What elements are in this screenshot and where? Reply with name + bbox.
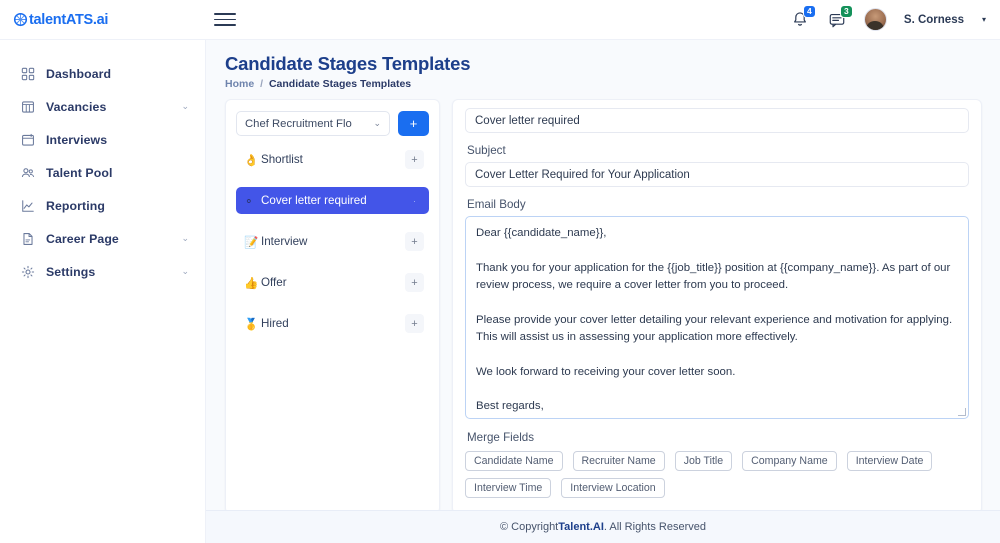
bell-icon[interactable]: 4: [790, 4, 816, 30]
stage-item-cover-letter-required[interactable]: ⚬ Cover letter required ·: [236, 187, 429, 214]
chevron-down-icon[interactable]: ⌄: [181, 101, 189, 112]
sidebar-item-interviews[interactable]: Interviews: [0, 123, 205, 156]
page-title: Candidate Stages Templates: [225, 53, 471, 74]
stage-panel: Chef Recruitment Flo ⌄ + 👌 Shortlist + ⚬…: [225, 99, 440, 514]
breadcrumb-home[interactable]: Home: [225, 78, 254, 90]
subject-label: Subject: [467, 144, 506, 157]
stage-name-input[interactable]: Cover letter required: [465, 108, 969, 133]
stage-item-label: Cover letter required: [261, 194, 367, 207]
chat-icon[interactable]: 3: [827, 4, 853, 30]
add-stage-button[interactable]: ·: [405, 191, 424, 210]
sidebar-item-label: Reporting: [46, 198, 105, 213]
sidebar-item-talent-pool[interactable]: Talent Pool: [0, 156, 205, 189]
merge-field-chip[interactable]: Interview Location: [561, 478, 665, 498]
merge-field-chip[interactable]: Interview Date: [846, 451, 933, 471]
merge-field-chip[interactable]: Candidate Name: [465, 451, 563, 471]
flow-selector-row: Chef Recruitment Flo ⌄ +: [236, 111, 429, 136]
ok-hand-icon: 👌: [244, 154, 259, 167]
grid-icon: [21, 67, 35, 81]
flow-select[interactable]: Chef Recruitment Flo ⌄: [236, 111, 390, 136]
sidebar-item-label: Settings: [46, 264, 96, 279]
notification-count-badge: 4: [802, 4, 816, 18]
users-icon: [21, 166, 35, 180]
page-header: Candidate Stages Templates Home / Candid…: [206, 40, 1000, 90]
content-area: Chef Recruitment Flo ⌄ + 👌 Shortlist + ⚬…: [206, 90, 1000, 514]
sidebar-item-label: Career Page: [46, 231, 119, 246]
sidebar-item-settings[interactable]: Settings ⌄: [0, 255, 205, 288]
breadcrumb-separator: /: [260, 78, 264, 90]
add-flow-button[interactable]: +: [398, 111, 429, 136]
sidebar-item-career-page[interactable]: Career Page ⌄: [0, 222, 205, 255]
footer-suffix: . All Rights Reserved: [603, 521, 706, 533]
subject-input[interactable]: Cover Letter Required for Your Applicati…: [465, 162, 969, 187]
logo-mark-icon: [13, 12, 28, 27]
chart-icon: [21, 199, 35, 213]
add-stage-button[interactable]: +: [405, 232, 424, 251]
app-root: talentATS.ai 4 3 S. Corness ▾ Dashboard …: [0, 0, 1000, 543]
gear-icon: [21, 265, 35, 279]
sidebar-item-label: Dashboard: [46, 66, 112, 81]
stage-item-label: Offer: [261, 276, 287, 289]
circle-icon: ⚬: [244, 195, 254, 208]
sidebar-item-vacancies[interactable]: Vacancies ⌄: [0, 90, 205, 123]
hamburger-icon[interactable]: [214, 13, 236, 26]
chevron-down-icon: ⌄: [373, 118, 381, 128]
user-name[interactable]: S. Corness: [904, 14, 964, 26]
add-stage-button[interactable]: +: [405, 150, 424, 169]
brand-name: talentATS.ai: [29, 11, 109, 28]
breadcrumb: Home / Candidate Stages Templates: [225, 78, 1000, 90]
merge-field-chip[interactable]: Interview Time: [465, 478, 552, 498]
merge-field-chip[interactable]: Recruiter Name: [572, 451, 665, 471]
sidebar-item-dashboard[interactable]: Dashboard: [0, 57, 205, 90]
file-icon: [21, 232, 35, 246]
stage-template-form: Cover letter required Subject Cover Lett…: [452, 99, 982, 514]
email-body-textarea[interactable]: Dear {{candidate_name}}, Thank you for y…: [465, 216, 969, 419]
calendar-icon: [21, 133, 35, 147]
top-bar-actions: 4 3 S. Corness ▾: [790, 4, 1000, 31]
footer-brand: Talent.AI: [558, 521, 604, 533]
avatar[interactable]: [863, 8, 887, 31]
thumbs-up-icon: 👍: [244, 277, 259, 290]
merge-field-chip[interactable]: Job Title: [674, 451, 733, 471]
sidebar: Dashboard Vacancies ⌄ Interviews Talent …: [0, 40, 206, 543]
add-stage-button[interactable]: +: [405, 273, 424, 292]
memo-icon: 📝: [244, 236, 259, 249]
stage-item-label: Interview: [261, 235, 308, 248]
footer: © Copyright Talent.AI. All Rights Reserv…: [206, 510, 1000, 543]
sidebar-item-label: Interviews: [46, 132, 108, 147]
sidebar-item-label: Talent Pool: [46, 165, 113, 180]
sidebar-item-label: Vacancies: [46, 99, 107, 114]
top-bar: talentATS.ai 4 3 S. Corness ▾: [0, 0, 1000, 40]
sidebar-item-reporting[interactable]: Reporting: [0, 189, 205, 222]
merge-fields-label: Merge Fields: [467, 431, 535, 444]
medal-icon: 🥇: [244, 318, 259, 331]
merge-field-chip[interactable]: Company Name: [742, 451, 837, 471]
form-scroll-region[interactable]: Cover letter required Subject Cover Lett…: [465, 108, 969, 498]
flow-select-value: Chef Recruitment Flo: [245, 117, 352, 130]
stage-item-label: Hired: [261, 317, 289, 330]
email-body-label: Email Body: [467, 198, 526, 211]
brand-logo[interactable]: talentATS.ai: [0, 12, 206, 28]
stage-list: 👌 Shortlist + ⚬ Cover letter required · …: [236, 146, 429, 337]
breadcrumb-current: Candidate Stages Templates: [268, 78, 412, 90]
merge-fields-list: Candidate Name Recruiter Name Job Title …: [465, 451, 969, 498]
stage-item-hired[interactable]: 🥇 Hired +: [236, 310, 429, 337]
stage-item-offer[interactable]: 👍 Offer +: [236, 269, 429, 296]
stage-item-shortlist[interactable]: 👌 Shortlist +: [236, 146, 429, 173]
stage-item-label: Shortlist: [261, 153, 303, 166]
chevron-down-icon[interactable]: ▾: [982, 15, 986, 24]
footer-prefix: © Copyright: [500, 521, 559, 533]
main-content: Candidate Stages Templates Home / Candid…: [206, 40, 1000, 543]
message-count-badge: 3: [839, 4, 853, 18]
chevron-down-icon[interactable]: ⌄: [181, 266, 189, 277]
add-stage-button[interactable]: +: [405, 314, 424, 333]
chevron-down-icon[interactable]: ⌄: [181, 233, 189, 244]
stage-item-interview[interactable]: 📝 Interview +: [236, 228, 429, 255]
columns-icon: [21, 100, 35, 114]
